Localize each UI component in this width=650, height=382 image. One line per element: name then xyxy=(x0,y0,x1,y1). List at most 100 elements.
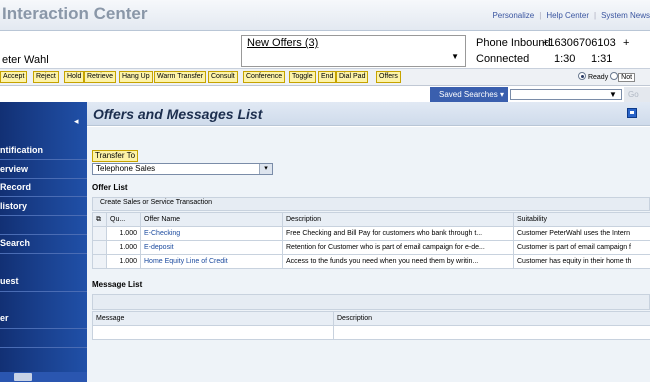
offer-name-link[interactable]: E-Checking xyxy=(140,226,283,241)
column-header-message[interactable]: Message xyxy=(92,311,334,326)
offer-quantity: 1.000 xyxy=(106,240,141,255)
empty-cell xyxy=(92,325,334,340)
hang-up-button[interactable]: Hang Up xyxy=(119,71,153,83)
end-button[interactable]: End xyxy=(318,71,337,83)
offer-quantity: 1.000 xyxy=(106,254,141,269)
column-header-offer-name[interactable]: Offer Name xyxy=(140,212,283,227)
sidebar-divider xyxy=(0,291,87,292)
column-header-description[interactable]: Description xyxy=(333,311,650,326)
row-selector[interactable] xyxy=(92,240,107,255)
column-header-description[interactable]: Description xyxy=(282,212,514,227)
window-icon[interactable] xyxy=(627,108,637,118)
nav-separator: | xyxy=(594,11,597,20)
offer-list-title: Offer List xyxy=(92,183,128,192)
nav-separator: | xyxy=(539,11,542,20)
sidebar-item-other[interactable]: er xyxy=(0,313,87,323)
table-row xyxy=(92,325,650,340)
chevron-down-icon[interactable]: ▼ xyxy=(451,52,459,61)
toggle-button[interactable]: Toggle xyxy=(289,71,316,83)
collapse-icon[interactable]: ◂ xyxy=(74,116,79,127)
go-button[interactable]: Go xyxy=(624,87,650,102)
call-timer-2: 1:31 xyxy=(591,53,613,65)
saved-searches-button[interactable]: Saved Searches ▾ xyxy=(430,87,508,102)
chevron-down-icon[interactable]: ▾ xyxy=(259,164,272,174)
ready-radio[interactable] xyxy=(578,72,586,80)
sidebar-item-identification[interactable]: ntification xyxy=(0,145,87,155)
sidebar-item-record[interactable]: Record xyxy=(0,182,87,192)
offers-button[interactable]: Offers xyxy=(376,71,401,83)
sidebar-divider xyxy=(0,215,87,216)
offer-suitability: Customer is part of email campaign f xyxy=(513,240,650,255)
sidebar-item-overview[interactable]: erview xyxy=(0,164,87,174)
personalize-link[interactable]: Personalize xyxy=(492,11,534,20)
call-channel: Phone Inbound xyxy=(476,37,551,49)
sidebar-divider xyxy=(0,234,87,235)
availability-status: Ready Not xyxy=(578,72,636,82)
offer-suitability: Customer PeterWahl uses the Intern xyxy=(513,226,650,241)
sidebar-divider xyxy=(0,347,87,348)
table-row[interactable]: 1.000 E-Checking Free Checking and Bill … xyxy=(92,226,650,241)
call-status: Connected xyxy=(476,53,530,65)
saved-searches-label: Saved Searches xyxy=(439,90,498,99)
table-row[interactable]: 1.000 Home Equity Line of Credit Access … xyxy=(92,254,650,269)
sidebar-divider xyxy=(0,253,87,254)
sidebar-item-search[interactable]: Search xyxy=(0,238,87,248)
sidebar-divider xyxy=(0,159,87,160)
offer-suitability: Customer has equity in their home th xyxy=(513,254,650,269)
offer-quantity: 1.000 xyxy=(106,226,141,241)
help-center-link[interactable]: Help Center xyxy=(546,11,589,20)
message-list-toolbar xyxy=(92,294,650,310)
saved-search-input[interactable] xyxy=(510,89,622,100)
transfer-to-select[interactable]: Telephone Sales xyxy=(92,163,273,175)
table-header-row: ⧉ Qu... Offer Name Description Suitabili… xyxy=(92,212,650,227)
offer-description: Retention for Customer who is part of em… xyxy=(282,240,514,255)
sidebar-item-history[interactable]: listory xyxy=(0,201,87,211)
message-list-title: Message List xyxy=(92,280,143,289)
chevron-down-icon[interactable]: ▼ xyxy=(609,89,617,100)
empty-cell xyxy=(333,325,650,340)
caller-name: eter Wahl xyxy=(2,54,49,66)
retrieve-button[interactable]: Retrieve xyxy=(84,71,117,83)
column-header-quantity[interactable]: Qu... xyxy=(106,212,141,227)
select-all-icon[interactable]: ⧉ xyxy=(92,212,107,227)
sidebar-divider xyxy=(0,328,87,329)
system-news-link[interactable]: System News xyxy=(601,11,650,20)
sidebar-item-request[interactable]: uest xyxy=(0,276,87,286)
consult-button[interactable]: Consult xyxy=(208,71,238,83)
top-nav: Personalize | Help Center | System News xyxy=(492,11,650,20)
ready-label: Ready xyxy=(587,74,609,81)
warm-transfer-button[interactable]: Warm Transfer xyxy=(154,71,207,83)
offer-table: ⧉ Qu... Offer Name Description Suitabili… xyxy=(92,212,650,269)
offer-description: Free Checking and Bill Pay for customers… xyxy=(282,226,514,241)
app-title: Interaction Center xyxy=(2,4,148,23)
offer-description: Access to the funds you need when you ne… xyxy=(282,254,514,269)
row-selector[interactable] xyxy=(92,254,107,269)
hold-button[interactable]: Hold xyxy=(64,71,85,83)
call-timer-1: 1:30 xyxy=(554,53,576,65)
message-table: Message Description xyxy=(92,311,650,340)
chevron-down-icon: ▾ xyxy=(499,90,504,99)
accept-button[interactable]: Accept xyxy=(0,71,28,83)
transfer-to-label: Transfer To xyxy=(92,150,139,162)
dial-pad-button[interactable]: Dial Pad xyxy=(336,71,369,83)
page-title: Offers and Messages List xyxy=(93,106,263,122)
table-header-row: Message Description xyxy=(92,311,650,326)
create-transaction-button[interactable]: Create Sales or Service Transaction xyxy=(100,199,212,206)
reject-button[interactable]: Reject xyxy=(33,71,59,83)
column-header-suitability[interactable]: Suitability xyxy=(513,212,650,227)
not-ready-label: Not xyxy=(618,73,636,82)
caller-number-extra: + xyxy=(623,37,630,49)
sidebar-divider xyxy=(0,196,87,197)
sidebar-menu-button[interactable] xyxy=(14,373,32,381)
offers-dropdown[interactable]: New Offers (3) ▼ xyxy=(241,35,466,67)
new-offers-link[interactable]: New Offers (3) xyxy=(247,37,318,49)
table-row[interactable]: 1.000 E-deposit Retention for Customer w… xyxy=(92,240,650,255)
row-selector[interactable] xyxy=(92,226,107,241)
not-ready-radio[interactable] xyxy=(610,72,619,80)
offer-name-link[interactable]: Home Equity Line of Credit xyxy=(140,254,283,269)
call-info: Phone Inbound+16306706103 + Connected 1:30… xyxy=(476,35,629,67)
caller-number: +16306706103 xyxy=(542,37,616,49)
offer-name-link[interactable]: E-deposit xyxy=(140,240,283,255)
sidebar-divider xyxy=(0,178,87,179)
conference-button[interactable]: Conference xyxy=(243,71,286,83)
